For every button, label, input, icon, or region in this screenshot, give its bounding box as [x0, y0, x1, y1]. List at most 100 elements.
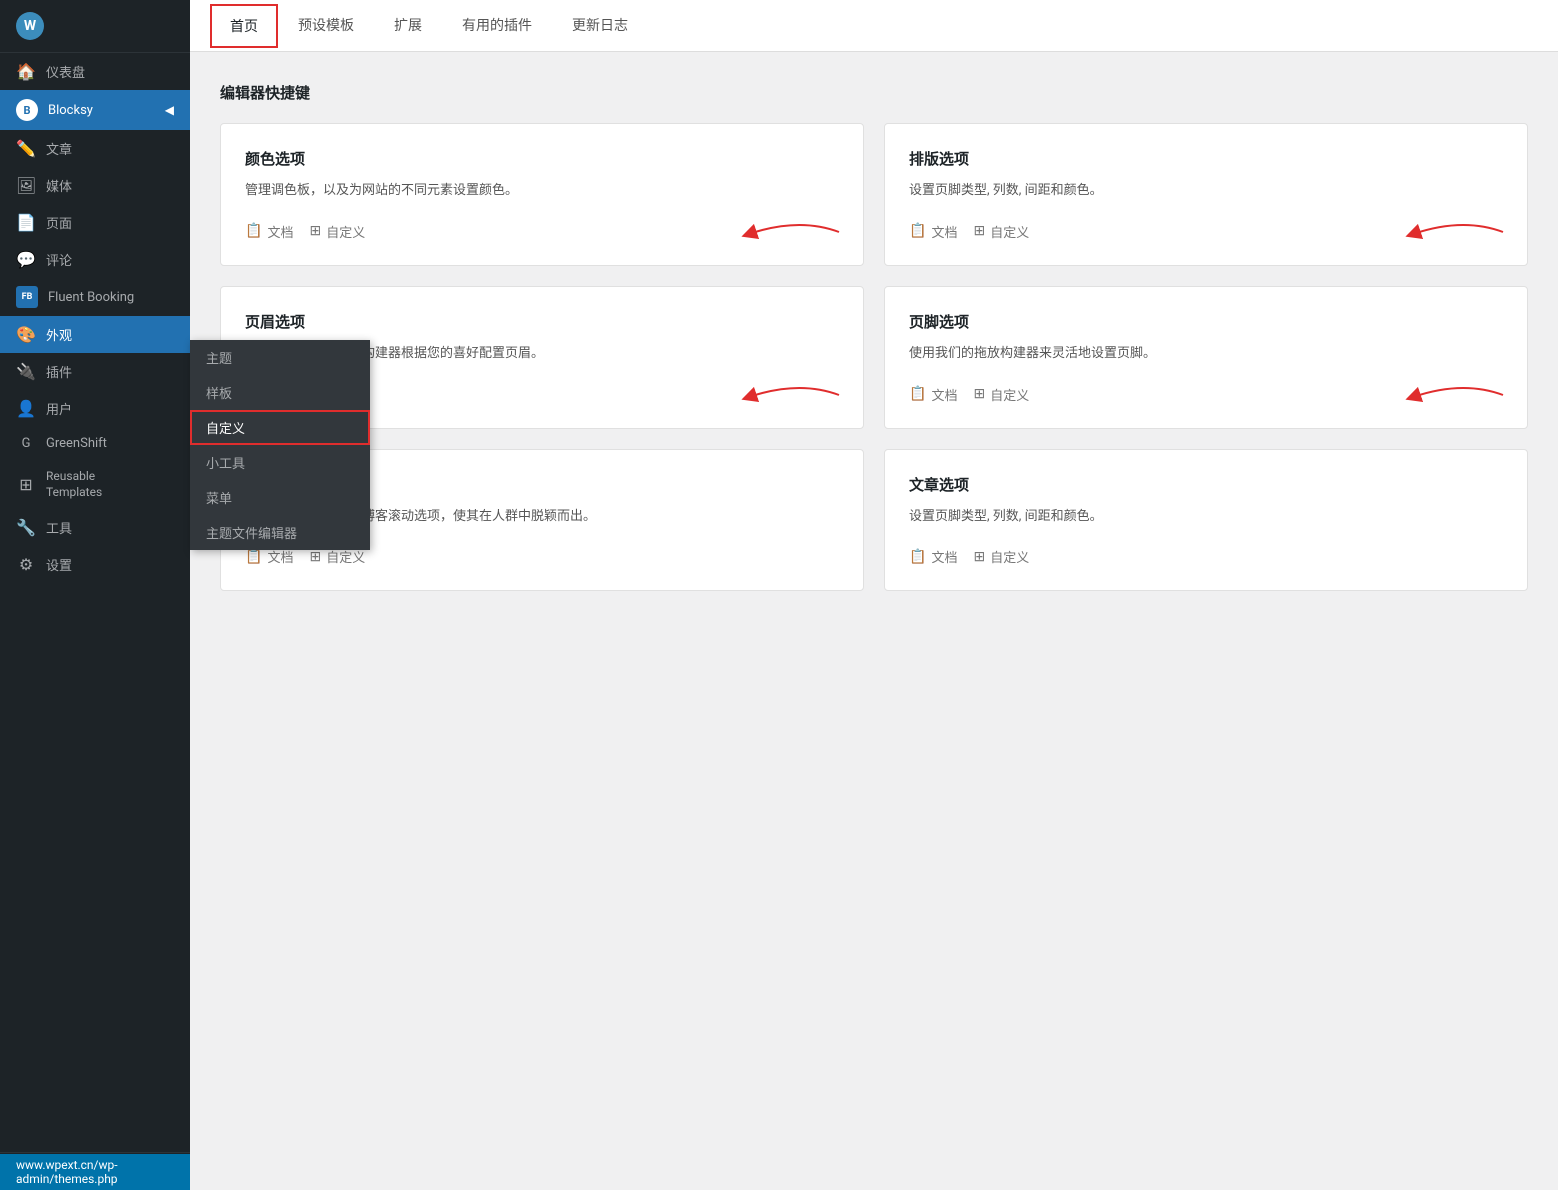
arrow-annotation-3: [739, 375, 859, 405]
sidebar-item-posts[interactable]: ✏️ 文章: [0, 130, 190, 167]
comments-icon: 💬: [16, 250, 36, 269]
card-article-desc: 设置页脚类型, 列数, 间距和颜色。: [909, 507, 1503, 528]
submenu-item-customize[interactable]: 自定义: [190, 410, 370, 445]
sidebar-item-settings[interactable]: ⚙ 设置: [0, 546, 190, 583]
sidebar-item-appearance[interactable]: 🎨 外观: [0, 316, 190, 353]
card-article-options: 文章选项 设置页脚类型, 列数, 间距和颜色。 📋 文档 ⊞ 自定义: [884, 449, 1528, 592]
card-article-title: 文章选项: [909, 474, 1503, 495]
greenshift-icon: G: [16, 436, 36, 451]
card-blog-doc-link[interactable]: 📋 文档: [245, 547, 293, 566]
arrow-annotation-2: [1403, 212, 1523, 242]
doc-icon-4: 📋: [909, 386, 926, 402]
users-icon: 👤: [16, 399, 36, 418]
card-typography-customize-link[interactable]: ⊞ 自定义: [973, 222, 1029, 241]
card-color-options-title: 颜色选项: [245, 148, 839, 169]
tab-update-log[interactable]: 更新日志: [552, 1, 648, 51]
blocksy-arrow-icon: ◀: [165, 103, 174, 117]
customize-icon-2: ⊞: [973, 223, 985, 239]
sidebar-item-posts-label: 文章: [46, 139, 72, 158]
card-typography-desc: 设置页脚类型, 列数, 间距和颜色。: [909, 181, 1503, 202]
submenu-item-menus[interactable]: 菜单: [190, 480, 370, 515]
sidebar-item-tools-label: 工具: [46, 518, 72, 537]
sidebar-item-users[interactable]: 👤 用户: [0, 390, 190, 427]
card-blog-actions: 📋 文档 ⊞ 自定义: [245, 547, 839, 566]
section-title: 编辑器快捷键: [220, 82, 1528, 103]
tab-useful-plugins[interactable]: 有用的插件: [442, 1, 552, 51]
sidebar-item-blocksy-label: Blocksy: [48, 103, 93, 118]
sidebar-item-settings-label: 设置: [46, 555, 72, 574]
card-footer-desc: 使用我们的拖放构建器来灵活地设置页脚。: [909, 344, 1503, 365]
reusable-templates-icon: ⊞: [16, 475, 36, 494]
customize-icon-5: ⊞: [309, 549, 321, 565]
card-article-doc-label: 文档: [931, 547, 957, 566]
sidebar-item-greenshift[interactable]: G GreenShift: [0, 427, 190, 460]
sidebar-item-tools[interactable]: 🔧 工具: [0, 509, 190, 546]
appearance-icon: 🎨: [16, 325, 36, 344]
sidebar-item-fluent-booking[interactable]: FB Fluent Booking: [0, 278, 190, 316]
card-footer-customize-label: 自定义: [990, 385, 1029, 404]
customize-icon-4: ⊞: [973, 386, 985, 402]
status-bar: www.wpext.cn/wp-admin/themes.php: [0, 1154, 190, 1190]
card-color-options-doc-label: 文档: [267, 222, 293, 241]
arrow-annotation-4: [1403, 375, 1523, 405]
sidebar-item-fluent-booking-label: Fluent Booking: [48, 290, 134, 305]
fluent-booking-icon: FB: [16, 286, 38, 308]
sidebar: W 🏠 仪表盘 B Blocksy ◀ ✏️ 文章 🖼 媒体 📄 页面 💬 评论…: [0, 0, 190, 1190]
sidebar-logo: W: [0, 0, 190, 53]
card-footer-doc-link[interactable]: 📋 文档: [909, 385, 957, 404]
submenu-item-widgets[interactable]: 小工具: [190, 445, 370, 480]
card-color-options-customize-link[interactable]: ⊞ 自定义: [309, 222, 365, 241]
posts-icon: ✏️: [16, 139, 36, 158]
card-blog-customize-link[interactable]: ⊞ 自定义: [309, 547, 365, 566]
wp-logo-icon: W: [16, 12, 44, 40]
content-area: 编辑器快捷键 颜色选项 管理调色板，以及为网站的不同元素设置颜色。 📋 文档 ⊞…: [190, 52, 1558, 1190]
plugins-icon: 🔌: [16, 362, 36, 381]
sidebar-item-pages[interactable]: 📄 页面: [0, 204, 190, 241]
card-article-customize-link[interactable]: ⊞ 自定义: [973, 547, 1029, 566]
customize-icon: ⊞: [309, 223, 321, 239]
sidebar-item-comments[interactable]: 💬 评论: [0, 241, 190, 278]
dashboard-icon: 🏠: [16, 62, 36, 81]
card-color-options-customize-label: 自定义: [326, 222, 365, 241]
sidebar-item-plugins[interactable]: 🔌 插件: [0, 353, 190, 390]
submenu-item-theme[interactable]: 主题: [190, 340, 370, 375]
card-color-options-actions: 📋 文档 ⊞ 自定义: [245, 222, 839, 241]
sidebar-item-pages-label: 页面: [46, 213, 72, 232]
tab-extensions[interactable]: 扩展: [374, 1, 442, 51]
sidebar-item-dashboard-label: 仪表盘: [46, 62, 85, 81]
sidebar-item-media-label: 媒体: [46, 176, 72, 195]
card-article-doc-link[interactable]: 📋 文档: [909, 547, 957, 566]
card-header-title: 页眉选项: [245, 311, 839, 332]
card-typography-doc-link[interactable]: 📋 文档: [909, 222, 957, 241]
card-typography-customize-label: 自定义: [990, 222, 1029, 241]
tab-preset-templates[interactable]: 预设模板: [278, 1, 374, 51]
pages-icon: 📄: [16, 213, 36, 232]
doc-icon: 📋: [245, 223, 262, 239]
doc-icon-6: 📋: [909, 549, 926, 565]
card-typography-doc-label: 文档: [931, 222, 957, 241]
card-footer-actions: 📋 文档 ⊞ 自定义: [909, 385, 1503, 404]
card-footer-customize-link[interactable]: ⊞ 自定义: [973, 385, 1029, 404]
sidebar-item-reusable-templates[interactable]: ⊞ ReusableTemplates: [0, 460, 190, 509]
status-url: www.wpext.cn/wp-admin/themes.php: [16, 1158, 118, 1186]
sidebar-item-greenshift-label: GreenShift: [46, 436, 107, 451]
sidebar-item-comments-label: 评论: [46, 250, 72, 269]
card-footer-options: 页脚选项 使用我们的拖放构建器来灵活地设置页脚。 📋 文档 ⊞ 自定义: [884, 286, 1528, 429]
sidebar-item-blocksy[interactable]: B Blocksy ◀: [0, 90, 190, 130]
card-blog-customize-label: 自定义: [326, 547, 365, 566]
arrow-annotation-1: [739, 212, 859, 242]
card-article-actions: 📋 文档 ⊞ 自定义: [909, 547, 1503, 566]
tab-home[interactable]: 首页: [210, 4, 278, 48]
media-icon: 🖼: [16, 176, 36, 195]
card-typography-actions: 📋 文档 ⊞ 自定义: [909, 222, 1503, 241]
sidebar-item-media[interactable]: 🖼 媒体: [0, 167, 190, 204]
card-color-options-desc: 管理调色板，以及为网站的不同元素设置颜色。: [245, 181, 839, 202]
customize-icon-6: ⊞: [973, 549, 985, 565]
submenu-item-template[interactable]: 样板: [190, 375, 370, 410]
card-color-options: 颜色选项 管理调色板，以及为网站的不同元素设置颜色。 📋 文档 ⊞ 自定义: [220, 123, 864, 266]
card-color-options-doc-link[interactable]: 📋 文档: [245, 222, 293, 241]
top-navigation: 首页 预设模板 扩展 有用的插件 更新日志: [190, 0, 1558, 52]
sidebar-item-dashboard[interactable]: 🏠 仪表盘: [0, 53, 190, 90]
submenu-item-theme-editor[interactable]: 主题文件编辑器: [190, 515, 370, 550]
doc-icon-5: 📋: [245, 549, 262, 565]
